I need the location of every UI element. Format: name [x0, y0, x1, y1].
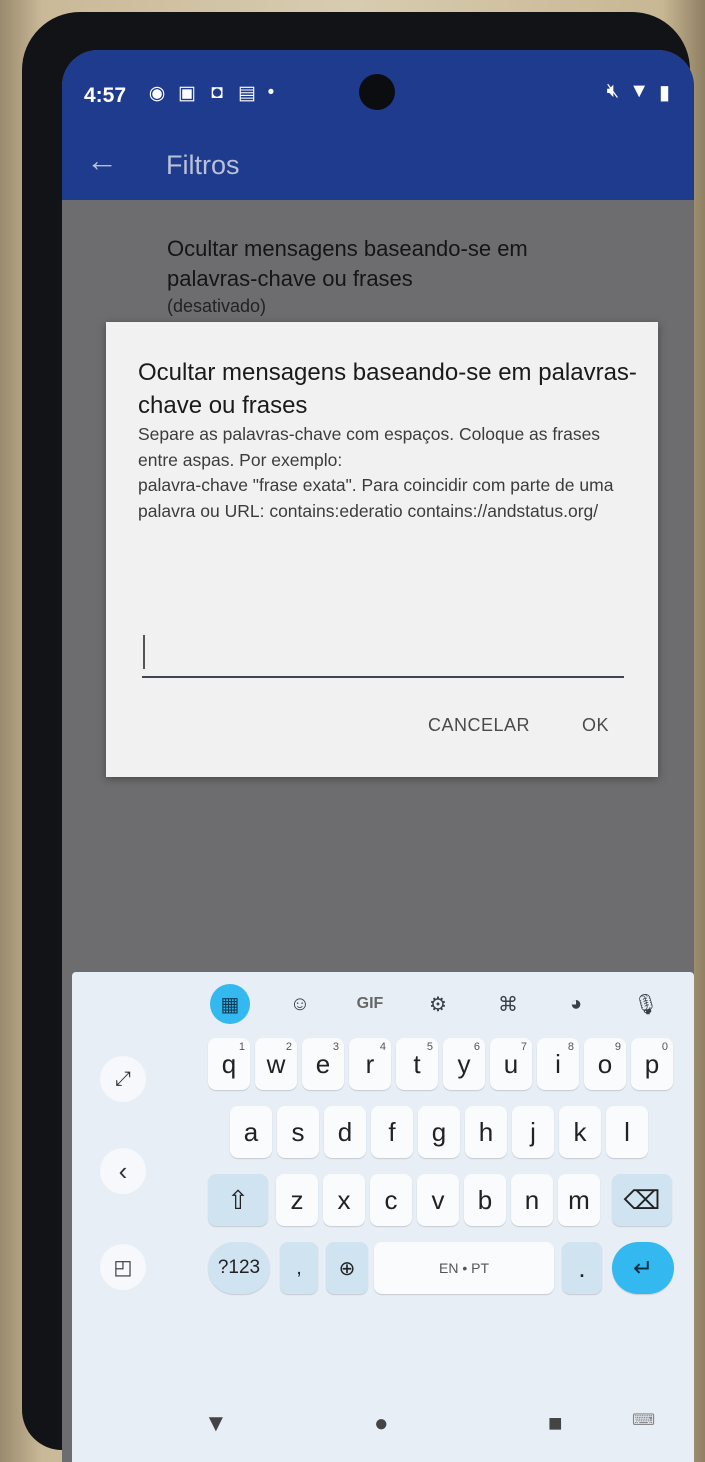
key-a[interactable]: a	[230, 1106, 272, 1158]
preference-title[interactable]: Ocultar mensagens baseando-se em palavra…	[167, 234, 597, 294]
enter-icon[interactable]: ↵	[612, 1242, 674, 1294]
front-camera	[359, 74, 395, 110]
key-o[interactable]: o9	[584, 1038, 626, 1090]
key-v[interactable]: v	[417, 1174, 459, 1226]
key-g[interactable]: g	[418, 1106, 460, 1158]
key-number-hint: 2	[285, 1041, 292, 1053]
chevron-left-icon[interactable]: ‹	[100, 1148, 146, 1194]
key-l[interactable]: l	[606, 1106, 648, 1158]
settings-icon[interactable]: ⚙	[418, 984, 458, 1024]
message-icon: ▤	[238, 83, 256, 104]
key-letter: q	[221, 1048, 237, 1079]
keyboard-hide-icon[interactable]: ⌨	[632, 1410, 655, 1430]
key-letter: y	[457, 1048, 471, 1079]
key-i[interactable]: i8	[537, 1038, 579, 1090]
page-title: Filtros	[166, 150, 240, 180]
key-letter: e	[315, 1048, 331, 1079]
navigation-bar: ▼ ● ■ ⌨	[62, 1410, 694, 1462]
space-key[interactable]: EN • PT	[374, 1242, 554, 1294]
key-j[interactable]: j	[512, 1106, 554, 1158]
key-x[interactable]: x	[323, 1174, 365, 1226]
keyboard: ▦ ☺ GIF ⚙ ⌘ ◕ 🎙︎ ⤢ ‹ ◰ q1w2e3r4t5y6u7i8o…	[72, 972, 694, 1462]
period-key[interactable]: .	[562, 1242, 602, 1294]
emoji-comma-key[interactable]: ,	[280, 1242, 318, 1294]
gif-button[interactable]: GIF	[350, 984, 390, 1024]
dialog-message: Separe as palavras-chave com espaços. Co…	[138, 424, 614, 521]
filter-dialog: Ocultar mensagens baseando-se em palavra…	[106, 322, 658, 777]
text-cursor	[143, 635, 145, 669]
key-q[interactable]: q1	[208, 1038, 250, 1090]
key-letter: u	[503, 1048, 519, 1079]
globe-icon[interactable]: ⊕	[326, 1242, 368, 1294]
back-triangle-icon[interactable]: ▼	[204, 1410, 228, 1438]
key-number-hint: 4	[379, 1041, 386, 1053]
backspace-key[interactable]: ⌫	[612, 1174, 672, 1226]
recents-square-icon[interactable]: ■	[548, 1410, 563, 1438]
bag-icon: ◘	[211, 82, 223, 103]
phone-frame: 4:57 ◉ ▣ ◘ ▤ • 🔇︎ ▼ ▮ ← Filtros Ocultar …	[22, 12, 694, 1462]
key-p[interactable]: p0	[631, 1038, 673, 1090]
expand-icon[interactable]: ⤢	[100, 1056, 146, 1102]
key-number-hint: 0	[661, 1041, 668, 1053]
key-u[interactable]: u7	[490, 1038, 532, 1090]
mic-icon[interactable]: 🎙︎	[626, 984, 666, 1024]
battery-icon: ▮	[658, 82, 670, 104]
key-c[interactable]: c	[370, 1174, 412, 1226]
key-r[interactable]: r4	[349, 1038, 391, 1090]
key-number-hint: 6	[473, 1041, 480, 1053]
key-b[interactable]: b	[464, 1174, 506, 1226]
key-m[interactable]: m	[558, 1174, 600, 1226]
ok-button[interactable]: OK	[576, 714, 615, 737]
dialog-title: Ocultar mensagens baseando-se em palavra…	[138, 359, 637, 419]
key-letter: i	[555, 1048, 561, 1079]
key-w[interactable]: w2	[255, 1038, 297, 1090]
sim-icon: ▣	[178, 83, 196, 104]
wifi-icon: ▼	[629, 80, 649, 102]
key-number-hint: 8	[567, 1041, 574, 1053]
keywords-input[interactable]	[142, 630, 624, 678]
key-number-hint: 5	[426, 1041, 433, 1053]
mute-icon: 🔇︎	[606, 80, 620, 102]
sticker-icon[interactable]: ☺	[280, 984, 320, 1024]
key-k[interactable]: k	[559, 1106, 601, 1158]
app-icon: ◉	[148, 83, 166, 104]
key-number-hint: 1	[238, 1041, 245, 1053]
key-letter: r	[365, 1048, 375, 1079]
key-z[interactable]: z	[276, 1174, 318, 1226]
key-t[interactable]: t5	[396, 1038, 438, 1090]
resize-icon[interactable]: ◰	[100, 1244, 146, 1290]
key-letter: o	[597, 1048, 613, 1079]
translate-icon[interactable]: ⌘	[488, 984, 528, 1024]
back-arrow-icon[interactable]: ←	[86, 142, 118, 179]
key-n[interactable]: n	[511, 1174, 553, 1226]
key-letter: p	[644, 1048, 660, 1079]
dot-icon: •	[267, 82, 275, 103]
key-number-hint: 9	[614, 1041, 621, 1053]
comma-label: ,	[296, 1256, 302, 1279]
key-y[interactable]: y6	[443, 1038, 485, 1090]
home-circle-icon[interactable]: ●	[374, 1410, 389, 1438]
key-number-hint: 7	[520, 1041, 527, 1053]
key-letter: t	[413, 1048, 421, 1079]
screen: 4:57 ◉ ▣ ◘ ▤ • 🔇︎ ▼ ▮ ← Filtros Ocultar …	[62, 50, 694, 1462]
key-number-hint: 3	[332, 1041, 339, 1053]
key-e[interactable]: e3	[302, 1038, 344, 1090]
status-bar: 4:57 ◉ ▣ ◘ ▤ • 🔇︎ ▼ ▮	[62, 50, 694, 130]
preference-summary: (desativado)	[167, 296, 267, 316]
key-h[interactable]: h	[465, 1106, 507, 1158]
symbols-key[interactable]: ?123	[208, 1242, 270, 1294]
cancel-button[interactable]: CANCELAR	[422, 714, 536, 737]
key-f[interactable]: f	[371, 1106, 413, 1158]
apps-grid-icon[interactable]: ▦	[210, 984, 250, 1024]
key-s[interactable]: s	[277, 1106, 319, 1158]
status-time: 4:57	[84, 84, 127, 107]
key-letter: w	[266, 1048, 286, 1079]
palette-icon[interactable]: ◕	[556, 984, 596, 1024]
shift-key[interactable]: ⇧	[208, 1174, 268, 1226]
key-d[interactable]: d	[324, 1106, 366, 1158]
app-bar: ← Filtros	[62, 130, 694, 200]
